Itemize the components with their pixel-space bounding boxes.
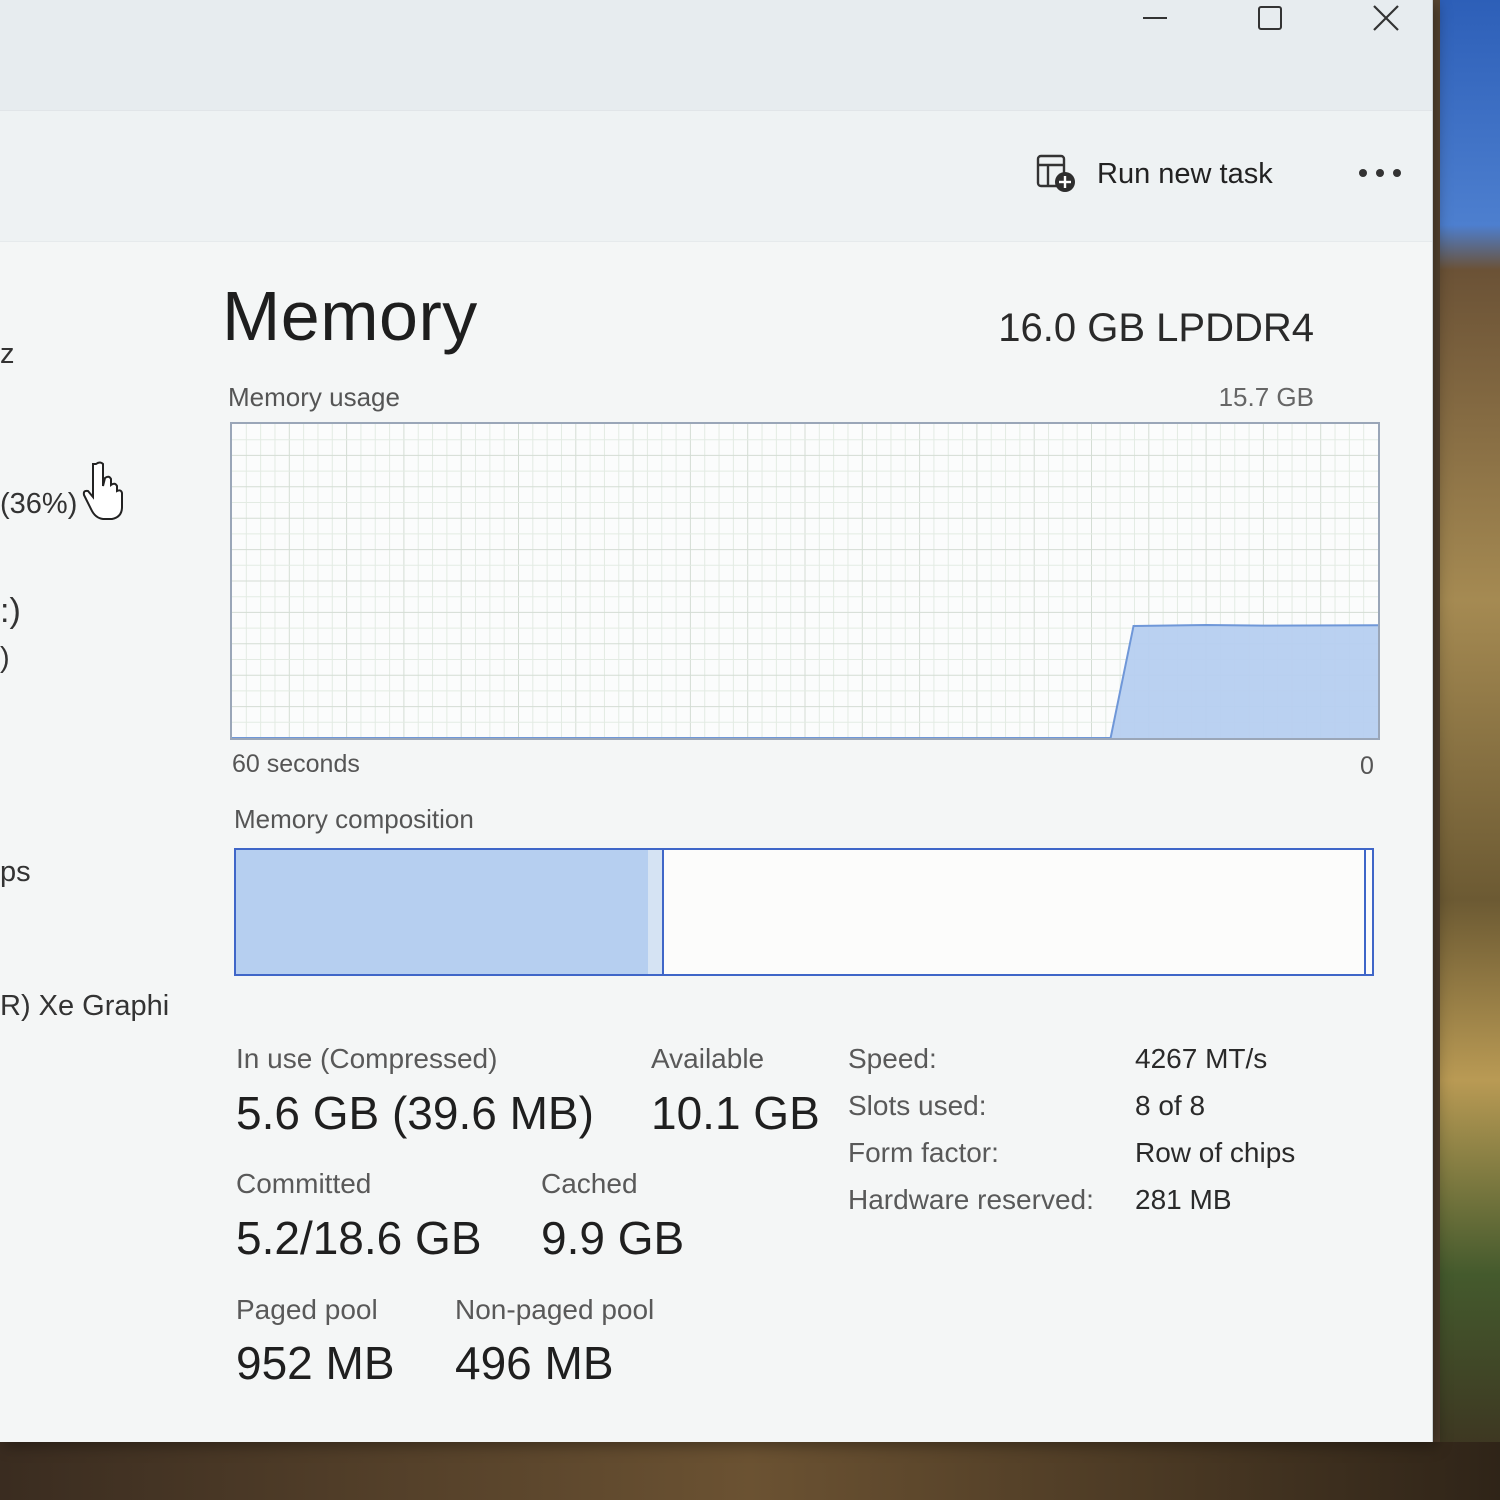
run-new-task-button[interactable]: Run new task: [1035, 148, 1273, 200]
paged-pool-value: 952 MB: [236, 1337, 395, 1389]
task-manager-window: Run new task z (36%) :) ) ps R) Xe Graph…: [0, 0, 1433, 1442]
sidebar-item-partial[interactable]: z: [0, 338, 15, 371]
hand-cursor-icon: [82, 461, 123, 520]
maximize-button[interactable]: [1240, 0, 1300, 36]
sidebar-item-partial[interactable]: :): [0, 592, 21, 631]
paged-pool-label: Paged pool: [236, 1294, 378, 1325]
available-label: Available: [651, 1043, 765, 1074]
more-options-icon: [1359, 169, 1401, 177]
minimize-icon: [1143, 17, 1167, 19]
composition-modified-segment: [648, 850, 664, 974]
composition-end-marker: [1364, 850, 1366, 974]
committed-value: 5.2/18.6 GB: [236, 1212, 482, 1264]
close-icon: [1373, 5, 1399, 31]
usage-graph-max: 15.7 GB: [1218, 382, 1314, 412]
speed-value: 4267 MT/s: [1135, 1043, 1268, 1074]
form-factor-label: Form factor:: [848, 1137, 999, 1168]
memory-usage-graph: [230, 422, 1380, 740]
more-options-button[interactable]: [1350, 150, 1410, 196]
graph-x-left-label: 60 seconds: [232, 750, 360, 778]
speed-label: Speed:: [848, 1043, 937, 1074]
hardware-reserved-value: 281 MB: [1135, 1184, 1232, 1215]
composition-label: Memory composition: [234, 804, 474, 834]
slots-used-label: Slots used:: [848, 1090, 987, 1121]
memory-usage-chart: [232, 424, 1378, 738]
cached-value: 9.9 GB: [541, 1212, 685, 1264]
page-title: Memory: [222, 277, 478, 355]
non-paged-pool-label: Non-paged pool: [455, 1294, 655, 1325]
minimize-button[interactable]: [1125, 0, 1185, 36]
hardware-reserved-label: Hardware reserved:: [848, 1184, 1094, 1215]
sidebar-item-partial[interactable]: (36%): [0, 488, 77, 521]
memory-spec: 16.0 GB LPDDR4: [998, 306, 1314, 350]
composition-in-use-segment: [236, 850, 651, 974]
close-button[interactable]: [1356, 0, 1416, 36]
committed-label: Committed: [236, 1168, 372, 1199]
in-use-value: 5.6 GB (39.6 MB): [236, 1087, 594, 1139]
in-use-label: In use (Compressed): [236, 1043, 498, 1074]
form-factor-value: Row of chips: [1135, 1137, 1296, 1168]
desktop-background: [0, 1442, 1500, 1500]
run-task-icon: [1036, 154, 1075, 192]
desktop-wallpaper: [1440, 0, 1500, 1500]
graph-x-right-label: 0: [1360, 752, 1374, 780]
memory-composition-bar: [234, 848, 1374, 976]
sidebar-item-partial[interactable]: ): [0, 642, 10, 675]
maximize-icon: [1258, 6, 1282, 30]
run-new-task-label: Run new task: [1097, 157, 1273, 190]
sidebar-item-partial[interactable]: R) Xe Graphi: [0, 990, 169, 1023]
available-value: 10.1 GB: [651, 1087, 820, 1139]
usage-graph-label: Memory usage: [228, 382, 400, 412]
cached-label: Cached: [541, 1168, 638, 1199]
non-paged-pool-value: 496 MB: [455, 1337, 614, 1389]
divider: [0, 241, 1432, 242]
title-bar: [0, 0, 1432, 110]
sidebar-item-partial[interactable]: ps: [0, 856, 31, 889]
slots-used-value: 8 of 8: [1135, 1090, 1206, 1121]
